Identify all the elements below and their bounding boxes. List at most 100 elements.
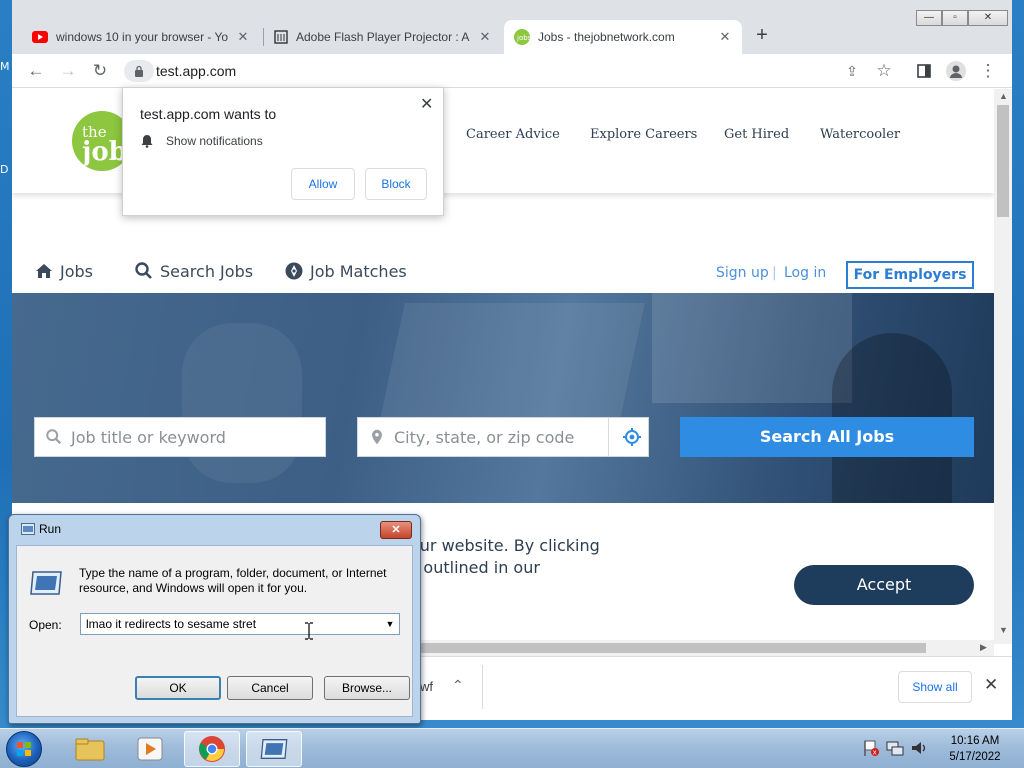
allow-button[interactable]: Allow xyxy=(291,168,355,200)
nav-get-hired[interactable]: Get Hired xyxy=(724,127,789,142)
search-icon xyxy=(46,429,62,445)
chrome-icon xyxy=(199,736,225,762)
download-filename[interactable]: wf xyxy=(420,679,433,694)
network-icon[interactable] xyxy=(886,739,904,757)
subnav-label: Job Matches xyxy=(310,261,407,281)
new-tab-button[interactable]: + xyxy=(750,24,774,48)
map-pin-icon xyxy=(372,429,382,445)
open-label: Open: xyxy=(29,618,62,632)
close-dialog-button[interactable]: ✕ xyxy=(380,521,412,539)
ok-button[interactable]: OK xyxy=(135,676,221,700)
text-cursor-icon xyxy=(305,622,313,640)
subnav-job-matches[interactable]: Job Matches xyxy=(284,261,407,281)
signup-link[interactable]: Sign up xyxy=(716,265,769,281)
lock-icon[interactable] xyxy=(124,60,154,82)
hero-image-shape xyxy=(652,293,852,403)
login-link[interactable]: Log in xyxy=(784,265,826,281)
share-icon[interactable]: ⇪ xyxy=(840,59,864,83)
svg-text:x: x xyxy=(873,749,877,757)
popup-title: test.app.com wants to xyxy=(140,106,277,122)
job-search-input[interactable]: Job title or keyword xyxy=(34,417,326,457)
hero-image-shape xyxy=(182,323,302,483)
taskbar-explorer[interactable] xyxy=(62,731,118,767)
taskbar-chrome[interactable] xyxy=(184,731,240,767)
tab-close-icon[interactable]: ✕ xyxy=(718,29,732,45)
cookie-text-line: s outlined in our xyxy=(410,558,540,577)
tab-jobs[interactable]: jobs Jobs - thejobnetwork.com ✕ xyxy=(504,20,742,54)
folder-icon xyxy=(75,738,105,761)
scroll-up-arrow-icon[interactable]: ▲ xyxy=(999,91,1008,101)
profile-avatar-icon[interactable] xyxy=(944,59,968,83)
tab-close-icon[interactable]: ✕ xyxy=(236,29,250,45)
subnav-search-jobs[interactable]: Search Jobs xyxy=(134,261,253,281)
tab-flash[interactable]: Adobe Flash Player Projector : Ac ✕ xyxy=(264,20,502,54)
permission-label: Show notifications xyxy=(166,134,263,148)
tab-title: windows 10 in your browser - Yo xyxy=(56,30,228,44)
show-all-downloads-button[interactable]: Show all xyxy=(898,671,972,703)
reload-icon[interactable]: ↻ xyxy=(88,59,112,83)
run-program-icon xyxy=(260,739,288,759)
svg-text:jobs: jobs xyxy=(516,34,530,42)
dialog-body: Type the name of a program, folder, docu… xyxy=(16,545,413,717)
scroll-right-arrow-icon[interactable]: ▶ xyxy=(980,642,987,653)
desktop-icon-label: D xyxy=(0,163,9,176)
bookmark-star-icon[interactable]: ☆ xyxy=(872,59,896,83)
taskbar-media-player[interactable] xyxy=(122,731,178,767)
dialog-description: Type the name of a program, folder, docu… xyxy=(79,566,387,595)
url-text[interactable]: test.app.com xyxy=(156,63,236,79)
nav-career-advice[interactable]: Career Advice xyxy=(466,127,560,142)
scrollbar-thumb[interactable] xyxy=(997,105,1009,217)
for-employers-button[interactable]: For Employers xyxy=(846,261,974,289)
address-bar[interactable]: test.app.com xyxy=(124,58,864,84)
menu-kebab-icon[interactable]: ⋮ xyxy=(976,59,1000,83)
tab-youtube[interactable]: windows 10 in your browser - Yo ✕ xyxy=(22,20,260,54)
dropdown-arrow-icon[interactable]: ▼ xyxy=(383,614,397,634)
accept-cookies-button[interactable]: Accept xyxy=(794,565,974,605)
open-input-value[interactable]: lmao it redirects to sesame stret xyxy=(86,617,256,631)
locate-me-icon[interactable] xyxy=(622,427,642,447)
block-button[interactable]: Block xyxy=(365,168,427,200)
nav-explore-careers[interactable]: Explore Careers xyxy=(590,127,697,142)
open-combobox[interactable]: lmao it redirects to sesame stret ▼ xyxy=(80,613,400,635)
close-popup-icon[interactable]: ✕ xyxy=(420,94,433,114)
scroll-down-arrow-icon[interactable]: ▼ xyxy=(999,625,1008,635)
system-tray: x xyxy=(862,739,928,757)
desktop-icon-label: M xyxy=(0,60,10,73)
run-icon xyxy=(21,523,35,535)
browser-toolbar: ← → ↻ test.app.com ⇪ ☆ ⋮ xyxy=(12,54,1012,88)
volume-icon[interactable] xyxy=(910,739,928,757)
vertical-scrollbar[interactable]: ▲ ▼ xyxy=(994,89,1012,644)
jobs-icon: jobs xyxy=(514,29,530,45)
taskbar-run[interactable] xyxy=(246,731,302,767)
dialog-titlebar: Run xyxy=(21,522,61,536)
subnav-label: Search Jobs xyxy=(160,261,254,281)
side-panel-icon[interactable] xyxy=(912,59,936,83)
clock-time: 10:16 AM xyxy=(950,735,1000,747)
archive-icon xyxy=(274,30,288,44)
taskbar-clock[interactable]: 10:16 AM 5/17/2022 xyxy=(940,733,1010,765)
close-download-bar-icon[interactable]: ✕ xyxy=(984,675,998,695)
start-button[interactable] xyxy=(6,731,42,767)
nav-watercooler[interactable]: Watercooler xyxy=(820,127,900,142)
action-center-flag-icon[interactable]: x xyxy=(862,739,880,757)
field-divider xyxy=(608,418,609,456)
forward-arrow-icon[interactable]: → xyxy=(56,59,80,83)
notification-permission-popup: test.app.com wants to ✕ Show notificatio… xyxy=(122,87,444,216)
compass-icon xyxy=(285,262,303,280)
subnav-label: Jobs xyxy=(60,261,93,281)
home-icon xyxy=(36,264,52,278)
back-arrow-icon[interactable]: ← xyxy=(24,59,48,83)
close-window-button[interactable]: ✕ xyxy=(968,10,1008,26)
tab-close-icon[interactable]: ✕ xyxy=(478,29,492,45)
location-input[interactable]: City, state, or zip code xyxy=(357,417,649,457)
auth-divider: | xyxy=(772,265,777,281)
chevron-up-icon[interactable]: ⌃ xyxy=(452,677,464,694)
cancel-button[interactable]: Cancel xyxy=(227,676,313,700)
search-all-jobs-button[interactable]: Search All Jobs xyxy=(680,417,974,457)
hero-image-shape xyxy=(379,303,645,423)
subnav-jobs[interactable]: Jobs xyxy=(34,261,93,281)
maximize-button[interactable]: ▫ xyxy=(942,10,968,26)
media-player-icon xyxy=(137,737,163,761)
browse-button[interactable]: Browse... xyxy=(324,676,410,700)
minimize-button[interactable]: — xyxy=(916,10,942,26)
